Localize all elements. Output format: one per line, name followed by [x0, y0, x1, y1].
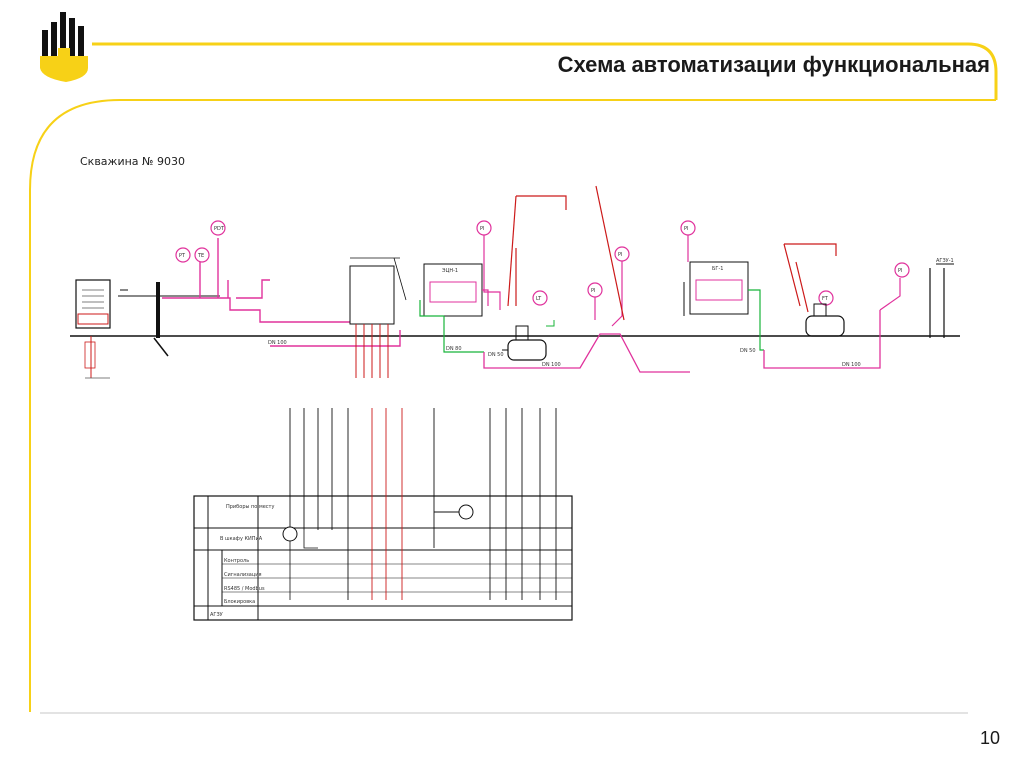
dn-label: DN 50 [740, 348, 756, 354]
dn-label: DN 80 [446, 346, 462, 352]
instrument-tag: PI [591, 288, 596, 294]
wellhead [118, 282, 220, 357]
instrument-tag: TE [197, 253, 204, 259]
separator-vessel [349, 257, 407, 378]
right-end-block [929, 263, 954, 338]
instrument-tag: PDT [214, 226, 225, 232]
table-columns [282, 408, 557, 600]
table-row-label: В шкафу КИПиА [220, 536, 263, 542]
table-labels: Приборы по месту В шкафу КИПиА Контроль … [210, 504, 274, 618]
svg-text:АГЗУ-1: АГЗУ-1 [936, 258, 954, 264]
table-row-label: RS485 / Modbus [224, 586, 265, 592]
table-row-label: Блокировка [224, 599, 255, 605]
automation-diagram: Скважина № 9030 PT TE PDT PI PI PI LT PI… [70, 155, 960, 621]
instrument-tag: PT [179, 253, 186, 259]
signal-lines-mid [507, 185, 625, 321]
table-row-label: Приборы по месту [226, 504, 274, 510]
instruments-right [680, 220, 910, 306]
page-number: 10 [979, 728, 1000, 748]
instrument-tag: FT [822, 296, 829, 302]
dn-label: DN 50 [488, 352, 504, 358]
pump-motor-2 [805, 303, 845, 337]
table-row-label: Сигнализация [224, 572, 262, 578]
svg-text:БГ-1: БГ-1 [712, 266, 723, 272]
dn-label: DN 100 [842, 362, 861, 368]
well-box [75, 279, 111, 379]
well-label: Скважина № 9030 [80, 155, 185, 168]
table-row-label: Контроль [224, 558, 249, 564]
instrument-tag: PI [684, 226, 689, 232]
pump-block-1 [419, 263, 690, 373]
instrument-tag: PI [898, 268, 903, 274]
dn-labels: DN 100 DN 80 DN 50 DN 50 DN 100 DN 100 [268, 340, 861, 368]
dn-label: DN 100 [268, 340, 287, 346]
pump-motor-1 [502, 320, 555, 361]
instrument-tag: PI [618, 252, 623, 258]
svg-text:ЭЦН-1: ЭЦН-1 [442, 268, 458, 274]
dn-label: DN 100 [542, 362, 561, 368]
instrument-tag: PI [480, 226, 485, 232]
bottom-divider [40, 712, 968, 714]
table-row-label: АГЗУ [210, 612, 223, 618]
pump-block-2 [683, 261, 901, 369]
